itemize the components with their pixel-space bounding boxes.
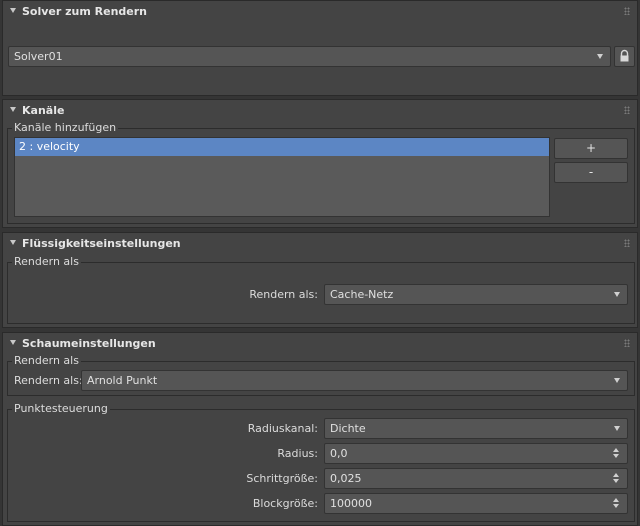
rollout-title: Solver zum Rendern xyxy=(22,5,148,18)
dropdown-value: Arnold Punkt xyxy=(87,374,158,387)
radius-label: Radius: xyxy=(277,447,318,460)
group-label: Rendern als xyxy=(12,354,81,367)
spinner-up-icon[interactable] xyxy=(613,473,619,477)
foam-render-as-dropdown[interactable]: Arnold Punkt xyxy=(81,370,628,391)
point-control-group: Punktesteuerung Radiuskanal: Dichte Radi… xyxy=(7,402,635,522)
rollout-solver: Solver zum Rendern Solver01 xyxy=(2,0,638,96)
group-label: Kanäle hinzufügen xyxy=(12,121,119,134)
collapse-triangle-icon xyxy=(10,107,16,112)
dropdown-arrow-icon xyxy=(614,426,620,431)
group-label: Punktesteuerung xyxy=(12,402,110,415)
solver-dropdown[interactable]: Solver01 xyxy=(8,46,611,67)
remove-channel-button[interactable]: - xyxy=(554,162,628,183)
lock-icon xyxy=(620,49,629,62)
collapse-triangle-icon xyxy=(10,240,16,245)
dropdown-arrow-icon xyxy=(597,54,603,59)
rollout-header-channels[interactable]: Kanäle xyxy=(3,100,637,122)
rollout-channels: Kanäle Kanäle hinzufügen 2 : velocity + … xyxy=(2,99,638,228)
render-as-label: Rendern als: xyxy=(14,374,83,387)
collapse-triangle-icon xyxy=(10,8,16,13)
radius-spinner[interactable]: 0,0 xyxy=(324,443,628,464)
dropdown-value: Cache-Netz xyxy=(330,288,394,301)
render-as-label: Rendern als: xyxy=(249,288,318,301)
step-size-spinner[interactable]: 0,025 xyxy=(324,468,628,489)
drag-grip-icon[interactable] xyxy=(624,239,630,247)
add-channel-button[interactable]: + xyxy=(554,138,628,159)
foam-render-group: Rendern als Rendern als: Arnold Punkt xyxy=(7,354,635,396)
spinner-value: 100000 xyxy=(330,497,372,510)
rollout-title: Schaumeinstellungen xyxy=(22,337,156,350)
rollout-fluid: Flüssigkeitseinstellungen Rendern als Re… xyxy=(2,232,638,328)
step-size-label: Schrittgröße: xyxy=(246,472,318,485)
rollout-title: Kanäle xyxy=(22,104,65,117)
spinner-up-icon[interactable] xyxy=(613,448,619,452)
spinner-down-icon[interactable] xyxy=(613,504,619,508)
radius-channel-dropdown[interactable]: Dichte xyxy=(324,418,628,439)
list-item[interactable]: 2 : velocity xyxy=(15,138,549,156)
spinner-down-icon[interactable] xyxy=(613,479,619,483)
block-size-spinner[interactable]: 100000 xyxy=(324,493,628,514)
dropdown-value: Dichte xyxy=(330,422,366,435)
channels-group: Kanäle hinzufügen 2 : velocity + - xyxy=(7,121,635,224)
group-label: Rendern als xyxy=(12,255,81,268)
rollout-title: Flüssigkeitseinstellungen xyxy=(22,237,181,250)
spinner-value: 0,025 xyxy=(330,472,362,485)
drag-grip-icon[interactable] xyxy=(624,106,630,114)
rollout-foam: Schaumeinstellungen Rendern als Rendern … xyxy=(2,332,638,526)
spinner-value: 0,0 xyxy=(330,447,348,460)
block-size-label: Blockgröße: xyxy=(252,497,318,510)
radius-channel-label: Radiuskanal: xyxy=(247,422,318,435)
rollout-header-solver[interactable]: Solver zum Rendern xyxy=(3,1,637,23)
spinner-up-icon[interactable] xyxy=(613,498,619,502)
drag-grip-icon[interactable] xyxy=(624,339,630,347)
dropdown-arrow-icon xyxy=(614,292,620,297)
rollout-header-foam[interactable]: Schaumeinstellungen xyxy=(3,333,637,355)
spinner-down-icon[interactable] xyxy=(613,454,619,458)
lock-button[interactable] xyxy=(614,46,635,67)
collapse-triangle-icon xyxy=(10,340,16,345)
rollout-header-fluid[interactable]: Flüssigkeitseinstellungen xyxy=(3,233,637,255)
dropdown-arrow-icon xyxy=(614,378,620,383)
solver-dropdown-value: Solver01 xyxy=(14,50,63,63)
drag-grip-icon[interactable] xyxy=(624,7,630,15)
channels-list[interactable]: 2 : velocity xyxy=(14,137,550,217)
fluid-render-as-dropdown[interactable]: Cache-Netz xyxy=(324,284,628,305)
fluid-render-group: Rendern als Rendern als: Cache-Netz xyxy=(7,255,635,324)
